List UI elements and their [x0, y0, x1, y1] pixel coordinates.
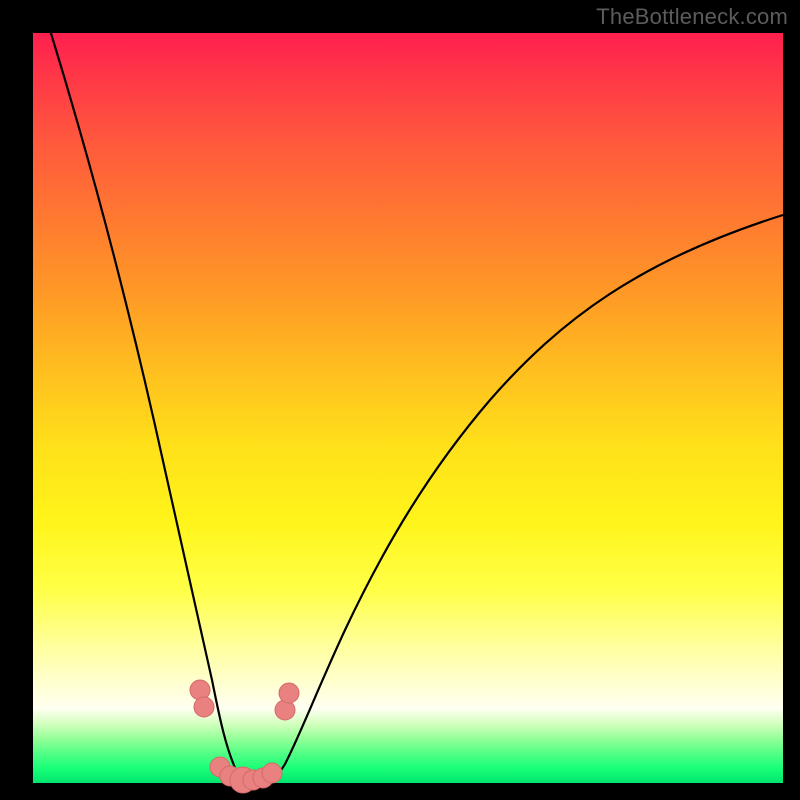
chart-frame: TheBottleneck.com	[0, 0, 800, 800]
watermark-text: TheBottleneck.com	[596, 4, 788, 30]
curve-left-branch	[50, 30, 248, 782]
curve-right-branch	[266, 215, 783, 782]
trough-markers	[190, 680, 299, 793]
chart-svg-layer	[0, 0, 800, 800]
